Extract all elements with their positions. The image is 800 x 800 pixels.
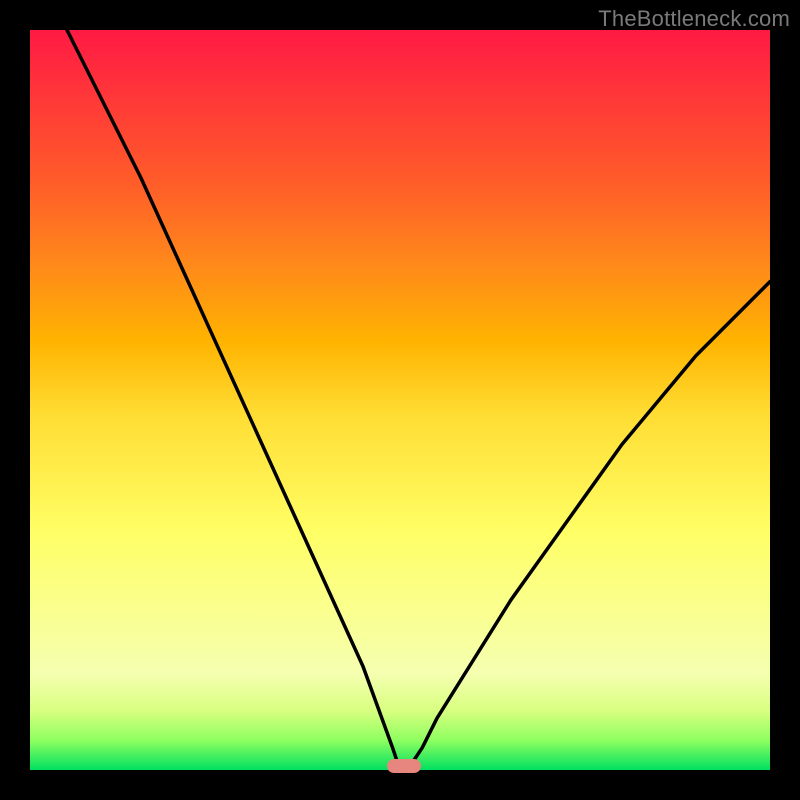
chart-frame: TheBottleneck.com [0,0,800,800]
plot-area [30,30,770,770]
bottleneck-curve [30,30,770,770]
watermark-text: TheBottleneck.com [598,6,790,32]
optimal-marker [387,759,421,773]
